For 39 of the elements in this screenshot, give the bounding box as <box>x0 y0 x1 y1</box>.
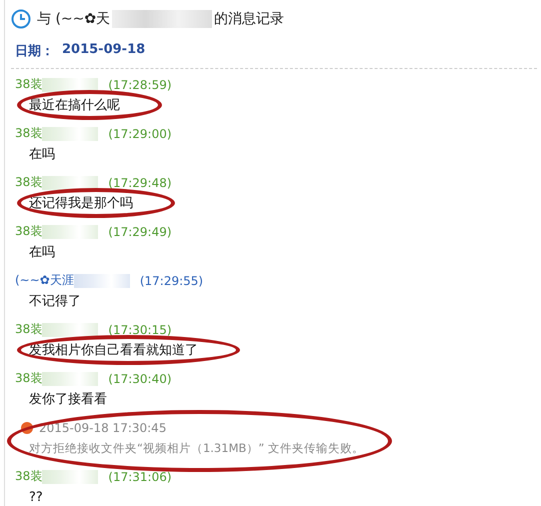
blurred-name <box>42 176 98 190</box>
blurred-name <box>42 78 98 92</box>
message-text: ?? <box>28 488 44 506</box>
sender-name: 38装 <box>15 174 42 191</box>
message-text: 不记得了 <box>28 293 82 311</box>
sender-name: (~~✿天涯 <box>15 272 74 289</box>
message-time: (17:30:15) <box>108 322 172 336</box>
message-text: 发你了接看看 <box>28 391 108 409</box>
sender-name: 38装 <box>15 76 42 93</box>
sender-name: 38装 <box>15 321 42 338</box>
message-time: (17:29:49) <box>108 224 172 238</box>
notice-time: 2015-09-18 17:30:45 <box>39 420 166 434</box>
message-time: (17:29:48) <box>108 176 172 190</box>
message-time: (17:30:40) <box>108 372 172 386</box>
sender-name: 38装 <box>15 125 42 142</box>
sender-name: 38装 <box>15 370 42 387</box>
clock-icon <box>11 9 31 29</box>
message-text: 最近在搞什么呢 <box>28 97 121 115</box>
message-time: (17:29:00) <box>108 126 172 140</box>
blurred-name <box>74 274 130 288</box>
window-title: 与 (~~✿天 <box>37 10 110 28</box>
date-label: 日期： <box>15 43 54 60</box>
message-time: (17:31:06) <box>108 470 172 484</box>
message-text: 在吗 <box>28 146 56 164</box>
message-time: (17:29:55) <box>140 274 204 288</box>
notice-text: 对方拒绝接收文件夹“视频相片（1.31MB）” 文件夹传输失败。 <box>28 440 365 456</box>
message-text: 还记得我是那个吗 <box>28 195 134 213</box>
window-title: 的消息记录 <box>214 10 284 28</box>
sender-name: 38装 <box>15 223 42 240</box>
blurred-name <box>42 470 98 484</box>
message-text: 发我相片你自己看看就知道了 <box>28 342 199 360</box>
blurred-name <box>42 372 98 386</box>
sender-name: 38装 <box>15 468 42 485</box>
message-time: (17:28:59) <box>108 78 172 92</box>
blurred-name <box>42 322 98 336</box>
date-value: 2015-09-18 <box>62 42 146 59</box>
message-text: 在吗 <box>28 244 56 262</box>
blurred-name <box>42 126 98 140</box>
blurred-name <box>42 224 98 238</box>
